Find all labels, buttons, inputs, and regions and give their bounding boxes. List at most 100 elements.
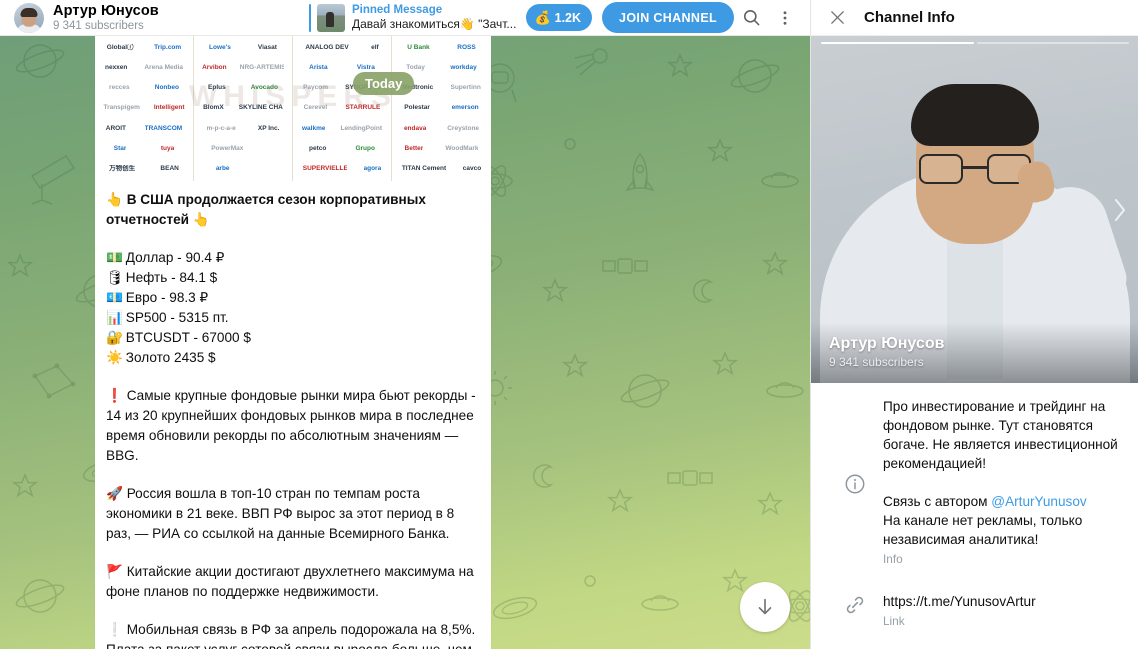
join-channel-button[interactable]: JOIN CHANNEL bbox=[602, 2, 734, 33]
subject-hair bbox=[911, 84, 1039, 146]
search-button[interactable] bbox=[734, 1, 768, 35]
more-vertical-icon bbox=[783, 10, 787, 25]
today-badge: Today bbox=[353, 72, 415, 95]
pinned-thumbnail bbox=[317, 3, 345, 32]
info-row-bio[interactable]: Про инвестирование и трейдинг на фондово… bbox=[811, 383, 1138, 578]
logo-cell: Star tuya bbox=[95, 139, 193, 159]
logo-chip: cavco bbox=[462, 164, 482, 172]
bio-username-link[interactable]: @ArturYunusov bbox=[991, 494, 1086, 509]
scroll-to-bottom-button[interactable] bbox=[740, 582, 790, 632]
logo-chip: Trip.com bbox=[154, 44, 182, 52]
logo-cell: Arvibon NRG-ARTEMIS bbox=[194, 58, 292, 78]
boost-button[interactable]: 💰 1.2K bbox=[526, 4, 593, 31]
info-panel-header: Channel Info bbox=[811, 0, 1138, 36]
logo-chip: Grupo bbox=[355, 144, 375, 152]
logo-chip: Polestar bbox=[404, 104, 430, 112]
bio-paragraph: На канале нет рекламы, только независима… bbox=[883, 513, 1083, 547]
logo-chip: Supertinn bbox=[450, 84, 481, 92]
logo-chip: Arista bbox=[309, 64, 328, 72]
euro-emoji-icon: 💶 bbox=[106, 290, 123, 305]
logo-chip: tuya bbox=[160, 144, 175, 152]
logo-chip: Better bbox=[404, 144, 424, 152]
quote-text: Нефть - 84.1 $ bbox=[125, 270, 218, 285]
message-photo[interactable]: Globalⓘ Trip.com nexxen Arena Media recces… bbox=[95, 36, 491, 181]
logo-column: U Bank ROSS Today workday Medtronic Superti… bbox=[392, 36, 491, 181]
logo-chip: m-p-c-a-e bbox=[206, 124, 236, 132]
next-photo-button[interactable] bbox=[1107, 193, 1133, 227]
logo-chip: workday bbox=[450, 64, 477, 72]
earnings-logo-grid: Globalⓘ Trip.com nexxen Arena Media recces… bbox=[95, 36, 491, 181]
quote-text: BTCUSDT - 67000 $ bbox=[125, 330, 251, 345]
logo-chip: Nonbeo bbox=[154, 84, 179, 92]
pinned-accent-bar bbox=[309, 3, 311, 32]
message-paragraph: 🚩 Китайские акции достигают двухлетнего … bbox=[106, 564, 474, 599]
more-options-button[interactable] bbox=[768, 1, 802, 35]
message-text: 👆 В США продолжается сезон корпоративных… bbox=[95, 181, 491, 649]
logo-chip: TRANSCOM bbox=[144, 124, 183, 132]
oil-emoji-icon: 🛢 bbox=[106, 270, 124, 285]
logo-chip: agora bbox=[363, 164, 382, 172]
logo-cell: AROIT TRANSCOM bbox=[95, 119, 193, 139]
dollar-emoji-icon: 💵 bbox=[106, 250, 123, 265]
link-icon bbox=[846, 596, 864, 614]
message-paragraph: 🚀 Россия вошла в топ-10 стран по темпам … bbox=[106, 486, 455, 541]
logo-chip: elf bbox=[371, 44, 379, 52]
logo-cell: PowerMax bbox=[194, 139, 292, 159]
arrow-down-icon bbox=[758, 598, 772, 615]
quote-row: 📊 SP500 - 5315 пт. bbox=[106, 308, 477, 328]
channel-link[interactable]: https://t.me/YunusovArtur bbox=[883, 592, 1122, 611]
logo-chip: PowerMax bbox=[211, 144, 244, 152]
channel-subscribers: 9 341 subscribers bbox=[53, 19, 144, 32]
logo-cell: ANALOG DEVICES elf bbox=[293, 38, 391, 58]
logo-chip: U Bank bbox=[407, 44, 430, 52]
logo-cell: arbe bbox=[194, 159, 292, 179]
logo-chip: SUPERVIELLE bbox=[302, 164, 347, 172]
pinned-message[interactable]: Pinned Message Давай знакомиться👋 "Зачт.… bbox=[309, 1, 516, 35]
logo-cell: Globalⓘ Trip.com bbox=[95, 38, 193, 58]
logo-chip: Globalⓘ bbox=[106, 44, 134, 52]
photo-progress-segment bbox=[821, 42, 974, 44]
logo-chip: Avocado bbox=[250, 84, 278, 92]
logo-chip: Today bbox=[406, 64, 425, 72]
quote-row: 🔐 BTCUSDT - 67000 $ bbox=[106, 328, 477, 348]
photo-progress-segment bbox=[976, 42, 1129, 44]
info-panel-title: Channel Info bbox=[864, 9, 955, 26]
logo-chip: Lowe's bbox=[209, 44, 231, 52]
info-icon-wrapper bbox=[827, 471, 883, 495]
info-row-link[interactable]: https://t.me/YunusovArtur Link bbox=[811, 578, 1138, 640]
logo-chip: BlomX bbox=[203, 104, 224, 112]
logo-cell: TITAN Cement cavco bbox=[392, 159, 491, 179]
pinned-text-block: Pinned Message Давай знакомиться👋 "Зачт.… bbox=[352, 3, 516, 32]
channel-message-bubble[interactable]: Globalⓘ Trip.com nexxen Arena Media recces… bbox=[95, 36, 491, 649]
info-row-notifications[interactable]: Notifications bbox=[811, 640, 1138, 649]
logo-chip: recces bbox=[109, 84, 130, 92]
subject-glasses-icon bbox=[919, 154, 1031, 184]
bio-contact-line: Связь с автором @ArturYunusov bbox=[883, 492, 1122, 511]
bio-caption: Info bbox=[883, 552, 903, 566]
telegram-window: Globalⓘ Trip.com nexxen Arena Media recces… bbox=[0, 0, 1138, 649]
logo-cell: Better WoodMark bbox=[392, 139, 491, 159]
logo-chip: AROIT bbox=[105, 124, 127, 132]
quote-row: 💶 Евро - 98.3 ₽ bbox=[106, 288, 477, 308]
logo-column: Globalⓘ Trip.com nexxen Arena Media recces… bbox=[95, 36, 194, 181]
market-quote-list: 💵 Доллар - 90.4 ₽ 🛢 Нефть - 84.1 $ 💶 Евр… bbox=[106, 248, 477, 368]
channel-avatar[interactable] bbox=[14, 2, 44, 33]
quote-text: Доллар - 90.4 ₽ bbox=[125, 250, 225, 265]
profile-photo[interactable]: Артур Юнусов 9 341 subscribers bbox=[811, 36, 1138, 383]
chat-column: Globalⓘ Trip.com nexxen Arena Media recces… bbox=[0, 0, 810, 649]
logo-cell: BlomX SKYLINE CHAMPION bbox=[194, 98, 292, 118]
profile-name: Артур Юнусов bbox=[829, 335, 945, 352]
logo-cell: m-p-c-a-e XP Inc. bbox=[194, 119, 292, 139]
logo-chip: NRG-ARTEMIS bbox=[239, 64, 284, 72]
logo-chip: BEAN bbox=[160, 164, 179, 172]
chat-title-block[interactable]: Артур Юнусов 9 341 subscribers bbox=[53, 3, 159, 33]
logo-chip: Viasat bbox=[257, 44, 277, 52]
logo-chip: nexxen bbox=[104, 64, 128, 72]
info-icon bbox=[845, 474, 865, 493]
logo-cell: petco Grupo bbox=[293, 139, 391, 159]
logo-chip: arbe bbox=[215, 164, 230, 172]
chart-emoji-icon: 📊 bbox=[106, 310, 123, 325]
close-info-button[interactable] bbox=[829, 9, 846, 26]
logo-cell: U Bank ROSS bbox=[392, 38, 491, 58]
message-headline: 👆 В США продолжается сезон корпоративных… bbox=[106, 192, 426, 227]
